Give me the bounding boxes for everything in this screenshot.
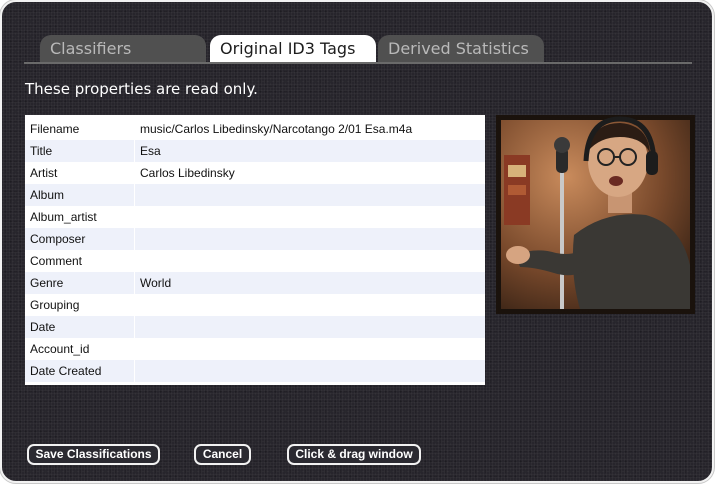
property-value [135,338,485,360]
property-key: Filename [25,118,135,140]
tab-bar: Classifiers Original ID3 Tags Derived St… [40,35,692,64]
property-key: Comment [25,250,135,272]
tab-derived-statistics[interactable]: Derived Statistics [378,35,544,63]
property-key: Date Created [25,360,135,382]
property-value [135,228,485,250]
table-row: Artist Carlos Libedinsky [25,162,485,184]
property-key: Album_artist [25,206,135,228]
table-row: Date Created [25,360,485,382]
table-row: Account_id [25,338,485,360]
tab-divider [24,62,692,64]
table-row: Title Esa [25,140,485,162]
properties-table: Filename music/Carlos Libedinsky/Narcotan… [25,115,485,385]
table-row: Genre World [25,272,485,294]
property-value: Esa [135,140,485,162]
property-key: Genre [25,272,135,294]
table-row: Grouping [25,294,485,316]
property-value: Carlos Libedinsky [140,166,235,180]
table-row: Album_artist [25,206,485,228]
table-row: Album [25,184,485,206]
cancel-button[interactable]: Cancel [194,444,251,465]
property-key: Account_id [25,338,135,360]
property-value [135,250,485,272]
property-key: Artist [25,162,135,184]
property-key: Album [25,184,135,206]
artist-photo [496,115,695,314]
property-key: Title [25,140,135,162]
property-value [135,184,485,206]
dialog-window: Classifiers Original ID3 Tags Derived St… [0,0,714,483]
property-value [135,316,485,338]
property-value: music/Carlos Libedinsky/Narcotango 2/01 … [140,122,413,136]
property-key: Composer [25,228,135,250]
property-key: Date [25,316,135,338]
table-row: Composer [25,228,485,250]
artist-photo-icon [496,115,695,314]
save-classifications-button[interactable]: Save Classifications [27,444,160,465]
table-row: Filename music/Carlos Libedinsky/Narcotan… [25,118,485,140]
table-row: Comment [25,250,485,272]
tab-original-id3-tags[interactable]: Original ID3 Tags [210,35,376,64]
drag-window-button[interactable]: Click & drag window [287,444,421,465]
tab-classifiers[interactable]: Classifiers [40,35,206,63]
table-row: Date [25,316,485,338]
property-value [135,360,485,382]
property-key: Grouping [25,294,135,316]
readonly-note: These properties are read only. [25,80,258,98]
property-value [135,294,485,316]
property-value: World [135,272,485,294]
property-value [135,206,485,228]
